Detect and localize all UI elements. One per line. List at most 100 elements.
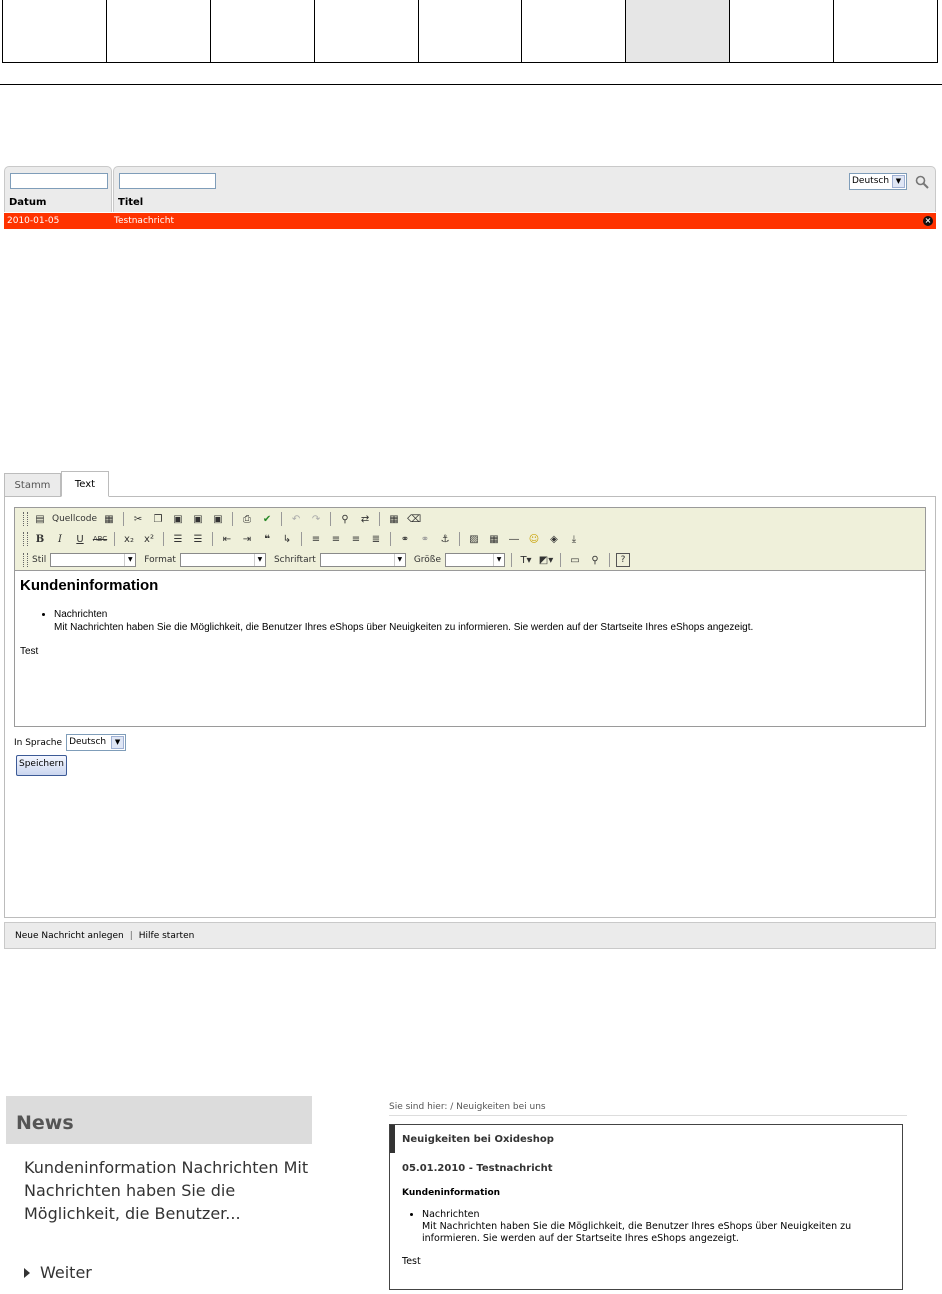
top-menu-cell[interactable] [211,0,315,62]
unlink-icon[interactable]: ⚭ [417,531,433,547]
format-combo[interactable]: ▼ [179,553,266,567]
tab-stamm[interactable]: Stamm [4,473,61,497]
top-menu-cell[interactable] [107,0,211,62]
top-menu-cell[interactable] [730,0,835,62]
div-icon[interactable]: ↳ [279,531,295,547]
redo-icon[interactable]: ↷ [308,511,324,527]
table-row[interactable]: 2010-01-05 Testnachricht × [4,213,936,229]
paste-word-icon[interactable]: ▣ [210,511,226,527]
style-label: Stil [32,555,47,565]
table-icon[interactable]: ▦ [486,531,502,547]
align-left-icon[interactable]: ≡ [308,531,324,547]
paste-icon[interactable]: ▣ [170,511,186,527]
source-button[interactable]: Quellcode [52,514,97,524]
paste-text-icon[interactable]: ▣ [190,511,206,527]
chevron-down-icon: ▼ [393,554,405,566]
language-label: In Sprache [14,737,63,748]
language-select[interactable]: Deutsch ▼ [66,734,127,751]
top-menu-cell[interactable] [419,0,523,62]
link-icon[interactable]: ⚭ [397,531,413,547]
help-link[interactable]: Hilfe starten [139,931,195,941]
content-extra: Test [20,646,39,657]
separator: | [129,931,133,941]
replace-icon[interactable]: ⇄ [357,511,373,527]
separator [163,532,164,546]
font-combo[interactable]: ▼ [319,553,406,567]
show-blocks-icon[interactable]: ⚲ [587,552,603,568]
find-icon[interactable]: ⚲ [337,511,353,527]
bold-icon[interactable]: B [32,531,48,547]
help-icon[interactable]: ? [616,553,631,567]
news-list: Datum Titel Deutsch ▼ 2010-01-05 Testnac… [4,166,936,230]
anchor-icon[interactable]: ⚓ [437,531,453,547]
format-label: Format [144,555,176,565]
select-all-icon[interactable]: ▦ [386,511,402,527]
smiley-icon[interactable]: ☺ [526,531,542,547]
remove-format-icon[interactable]: ⌫ [406,511,422,527]
top-menu-cell[interactable] [315,0,419,62]
numbered-list-icon[interactable]: ☰ [170,531,186,547]
copy-icon[interactable]: ❐ [150,511,166,527]
top-menu-cell[interactable] [834,0,939,62]
news-teaser: Kundeninformation Nachrichten Mit Nachri… [24,1158,309,1223]
page-break-icon[interactable]: ⤓ [566,531,582,547]
toolbar-grip [23,553,28,567]
align-right-icon[interactable]: ≡ [348,531,364,547]
editor-toolbar: ▤ Quellcode ▦ ✂ ❐ ▣ ▣ ▣ ⎙ ✔ ↶ ↷ ⚲ ⇄ ▦ ⌫ … [14,507,926,571]
new-news-link[interactable]: Neue Nachricht anlegen [15,931,124,941]
bg-color-icon[interactable]: ◩▾ [538,552,554,568]
strike-icon[interactable]: ABC [92,531,108,547]
separator [390,532,391,546]
content-heading: Kundeninformation [20,577,159,594]
text-color-icon[interactable]: T▾ [518,552,534,568]
justify-icon[interactable]: ≣ [368,531,384,547]
column-label-date: Datum [9,197,47,208]
size-combo[interactable]: ▼ [445,553,506,567]
italic-icon[interactable]: I [52,531,68,547]
search-icon[interactable] [915,175,929,189]
detail-subtitle: 05.01.2010 - Testnachricht [402,1163,553,1174]
maximize-icon[interactable]: ▭ [567,552,583,568]
date-filter-input[interactable] [10,173,108,189]
subscript-icon[interactable]: x₂ [121,531,137,547]
editor-content[interactable]: Kundeninformation Nachrichten Mit Nachri… [14,571,926,727]
delete-icon[interactable]: × [923,216,933,226]
top-menu-cell-active[interactable] [626,0,731,62]
save-button[interactable]: Speichern [16,755,67,776]
top-menu-cell[interactable] [522,0,627,62]
separator [609,553,611,567]
separator [301,532,302,546]
cut-icon[interactable]: ✂ [130,511,146,527]
bullet-title: Nachrichten [54,609,108,620]
templates-icon[interactable]: ▦ [101,511,117,527]
more-link[interactable]: Weiter [24,1263,92,1282]
spellcheck-icon[interactable]: ✔ [259,511,275,527]
separator [330,512,332,526]
superscript-icon[interactable]: x² [141,531,157,547]
special-char-icon[interactable]: ◈ [546,531,562,547]
image-icon[interactable]: ▨ [466,531,482,547]
undo-icon[interactable]: ↶ [288,511,304,527]
indent-icon[interactable]: ⇥ [239,531,255,547]
tab-text[interactable]: Text [61,471,109,497]
toolbar-grip [23,512,28,526]
title-filter-input[interactable] [119,173,216,189]
row-date: 2010-01-05 [7,216,60,226]
separator [459,532,460,546]
separator [511,553,513,567]
style-combo[interactable]: ▼ [50,553,137,567]
chevron-down-icon: ▼ [124,554,135,566]
source-icon[interactable]: ▤ [32,511,48,527]
outdent-icon[interactable]: ⇤ [219,531,235,547]
list-language-select[interactable]: Deutsch ▼ [849,173,907,190]
print-icon[interactable]: ⎙ [239,511,255,527]
blockquote-icon[interactable]: ❝ [259,531,275,547]
horizontal-rule-icon[interactable]: ― [506,531,522,547]
news-box-header: News [6,1096,312,1144]
bulleted-list-icon[interactable]: ☰ [190,531,206,547]
top-menu-cell[interactable] [3,0,107,62]
underline-icon[interactable]: U [72,531,88,547]
news-detail: Neuigkeiten bei Oxideshop 05.01.2010 - T… [389,1124,903,1290]
news-box-title: News [16,1112,74,1134]
align-center-icon[interactable]: ≡ [328,531,344,547]
